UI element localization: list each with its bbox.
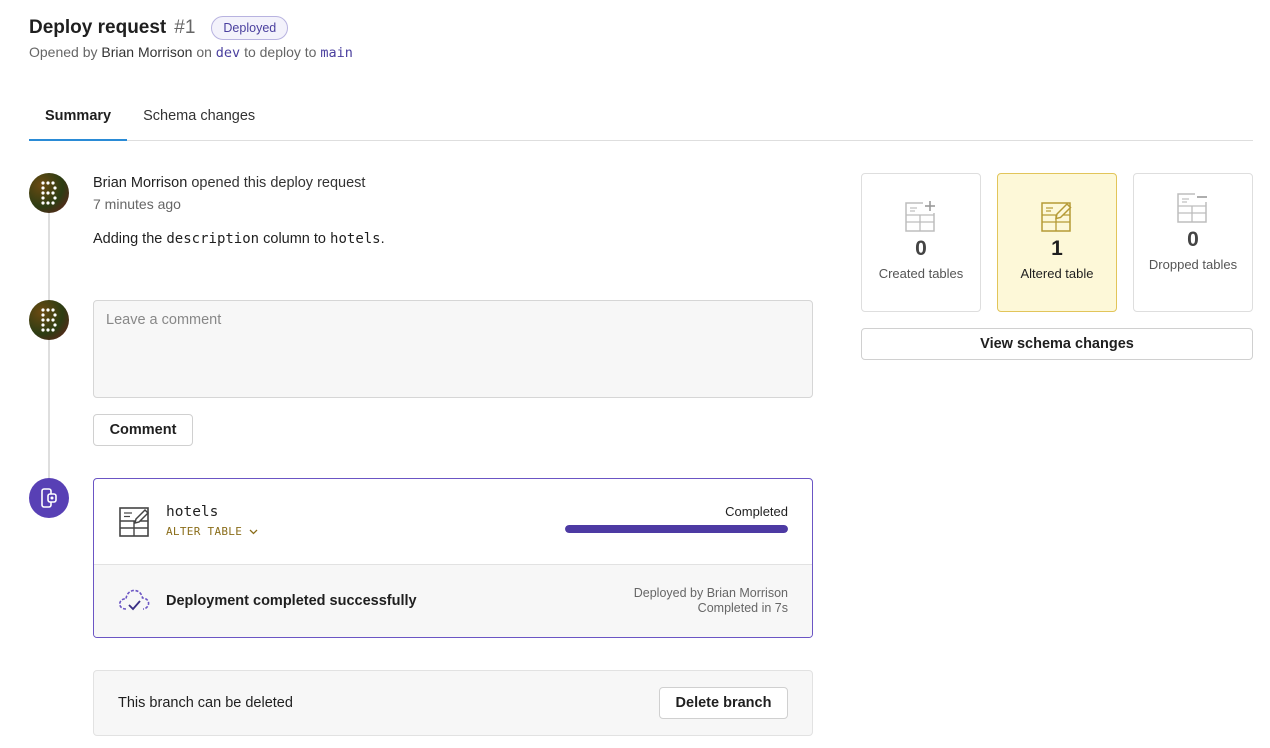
delete-branch-button[interactable]: Delete branch <box>659 687 788 719</box>
request-number: #1 <box>174 17 196 38</box>
avatar[interactable] <box>29 173 69 213</box>
deployment-status: Completed <box>725 504 788 519</box>
event-action: opened this deploy request <box>191 175 366 191</box>
timeline-line <box>48 200 50 480</box>
tab-schema-changes[interactable]: Schema changes <box>127 100 271 141</box>
target-branch-link[interactable]: main <box>320 45 353 61</box>
dropped-tables-count: 0 <box>1187 228 1199 251</box>
created-tables-label: Created tables <box>878 266 964 281</box>
table-edit-icon <box>1041 202 1072 232</box>
avatar-pattern-icon <box>41 308 57 332</box>
deploy-icon <box>41 488 57 508</box>
chevron-down-icon <box>249 529 258 535</box>
column-name: description <box>166 231 260 247</box>
deployment-progress-bar <box>565 525 788 533</box>
deployment-table-name: hotels <box>166 504 219 520</box>
deployment-card: hotels ALTER TABLE Completed Deployment … <box>93 478 813 638</box>
event-time: 7 minutes ago <box>93 196 181 212</box>
status-badge: Deployed <box>211 16 289 40</box>
timeline-event: Brian Morrison opened this deploy reques… <box>93 175 385 247</box>
table-edit-icon <box>119 507 150 537</box>
tab-summary[interactable]: Summary <box>29 100 128 141</box>
delete-branch-card: This branch can be deleted Delete branch <box>93 670 813 736</box>
deployment-success-message: Deployment completed successfully <box>166 593 417 609</box>
cloud-check-icon <box>118 589 150 611</box>
deployment-meta: Deployed by Brian Morrison Completed in … <box>634 586 788 616</box>
comment-button[interactable]: Comment <box>93 414 193 446</box>
progress-fill <box>565 525 788 533</box>
created-tables-card[interactable]: 0 Created tables <box>861 173 981 312</box>
author-link[interactable]: Brian Morrison <box>101 44 192 60</box>
event-author[interactable]: Brian Morrison <box>93 175 187 191</box>
altered-tables-card[interactable]: 1 Altered table <box>997 173 1117 312</box>
avatar-pattern-icon <box>41 181 57 205</box>
deploy-request-icon <box>29 478 69 518</box>
dropped-tables-label: Dropped tables <box>1148 257 1238 272</box>
altered-tables-label: Altered table <box>1020 266 1094 281</box>
request-subtitle: Opened by Brian Morrison on dev to deplo… <box>29 44 353 61</box>
avatar[interactable] <box>29 300 69 340</box>
delete-branch-message: This branch can be deleted <box>118 695 293 711</box>
dropped-tables-card[interactable]: 0 Dropped tables <box>1133 173 1253 312</box>
tab-bar: Summary Schema changes <box>29 100 1253 141</box>
table-name: hotels <box>330 231 381 247</box>
table-minus-icon <box>1177 192 1209 223</box>
deployed-by: Deployed by Brian Morrison <box>633 586 788 600</box>
page-title: Deploy request <box>29 17 167 38</box>
altered-tables-count: 1 <box>1051 237 1063 260</box>
operation-toggle[interactable]: ALTER TABLE <box>166 525 258 538</box>
deployment-table-row: hotels ALTER TABLE Completed <box>94 479 812 565</box>
view-schema-changes-button[interactable]: View schema changes <box>861 328 1253 360</box>
deployment-result: Deployment completed successfully Deploy… <box>94 565 812 637</box>
table-plus-icon <box>905 199 937 232</box>
comment-input[interactable] <box>93 300 813 398</box>
page-header: Deploy request #1 Deployed Opened by Bri… <box>29 14 353 61</box>
source-branch-link[interactable]: dev <box>216 45 240 61</box>
event-description: Adding the description column to hotels. <box>93 231 385 247</box>
deployment-duration: Completed in 7s <box>697 601 788 615</box>
operation-label: ALTER TABLE <box>166 525 243 538</box>
created-tables-count: 0 <box>915 237 927 260</box>
